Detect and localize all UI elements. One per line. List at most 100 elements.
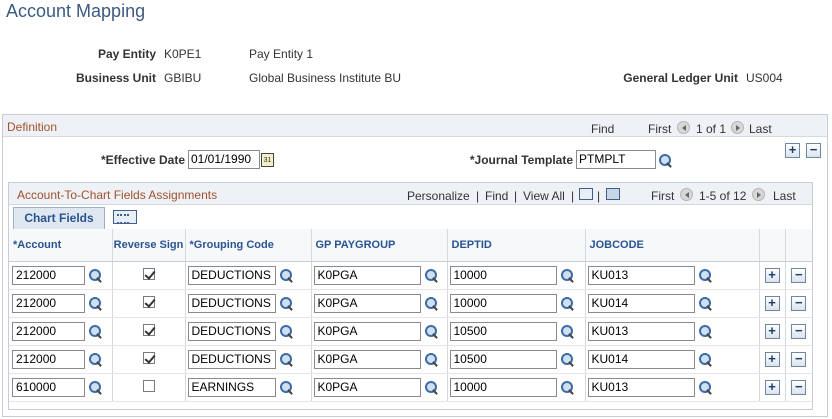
delete-row-button[interactable]: − bbox=[791, 379, 807, 395]
grouping-code-input[interactable]: DEDUCTIONS bbox=[187, 293, 276, 313]
download-grid-icon[interactable] bbox=[606, 188, 620, 200]
col-gp-paygroup[interactable]: GP PAYGROUP bbox=[311, 229, 448, 262]
new-window-icon[interactable] bbox=[579, 188, 593, 200]
gp-paygroup-lookup-icon[interactable] bbox=[424, 380, 439, 395]
grouping-code-lookup-icon[interactable] bbox=[279, 324, 294, 339]
reverse-sign-checkbox[interactable] bbox=[142, 295, 155, 308]
deptid-lookup-icon[interactable] bbox=[560, 352, 575, 367]
deptid-lookup-icon[interactable] bbox=[560, 380, 575, 395]
business-unit-name: Global Business Institute BU bbox=[249, 71, 402, 85]
table-row: 212000 DEDUCTIONS K0PGA 10500 KU014 + − bbox=[9, 345, 812, 374]
delete-row-button[interactable]: − bbox=[791, 323, 807, 339]
tab-chart-fields[interactable]: Chart Fields bbox=[13, 207, 105, 229]
grouping-code-input[interactable]: DEDUCTIONS bbox=[187, 349, 276, 369]
account-lookup-icon[interactable] bbox=[88, 380, 103, 395]
add-row-button[interactable]: + bbox=[764, 295, 780, 311]
deptid-lookup-icon[interactable] bbox=[560, 324, 575, 339]
journal-template-lookup-icon[interactable] bbox=[658, 153, 673, 168]
jobcode-input[interactable]: KU013 bbox=[587, 321, 695, 341]
definition-next-icon[interactable] bbox=[731, 121, 744, 134]
deptid-input[interactable]: 10000 bbox=[449, 377, 557, 397]
delete-row-button[interactable]: − bbox=[791, 267, 807, 283]
add-row-button[interactable]: + bbox=[764, 267, 780, 283]
account-input[interactable]: 610000 bbox=[12, 377, 85, 397]
jobcode-lookup-icon[interactable] bbox=[698, 296, 713, 311]
account-input[interactable]: 212000 bbox=[12, 349, 85, 369]
delete-row-button[interactable]: − bbox=[791, 351, 807, 367]
deptid-input[interactable]: 10000 bbox=[449, 265, 557, 285]
deptid-input[interactable]: 10000 bbox=[449, 293, 557, 313]
grouping-code-lookup-icon[interactable] bbox=[279, 380, 294, 395]
deptid-lookup-icon[interactable] bbox=[560, 268, 575, 283]
delete-row-button[interactable]: − bbox=[791, 295, 807, 311]
table-row: 212000 DEDUCTIONS K0PGA 10000 KU014 + − bbox=[9, 289, 812, 318]
jobcode-lookup-icon[interactable] bbox=[698, 268, 713, 283]
reverse-sign-checkbox[interactable] bbox=[142, 267, 155, 280]
account-lookup-icon[interactable] bbox=[88, 268, 103, 283]
gp-paygroup-input[interactable]: K0PGA bbox=[313, 293, 421, 313]
gp-paygroup-lookup-icon[interactable] bbox=[424, 352, 439, 367]
gp-paygroup-input[interactable]: K0PGA bbox=[313, 349, 421, 369]
col-grouping-code[interactable]: *Grouping Code bbox=[185, 229, 312, 262]
col-account[interactable]: *Account bbox=[9, 229, 113, 262]
definition-prev-icon[interactable] bbox=[677, 121, 690, 134]
definition-first-label: First bbox=[648, 122, 672, 136]
grid-next-icon[interactable] bbox=[752, 188, 765, 201]
grid-last-link[interactable]: Last bbox=[773, 189, 796, 203]
jobcode-lookup-icon[interactable] bbox=[698, 352, 713, 367]
business-unit-code: GBIBU bbox=[164, 71, 202, 85]
deptid-input[interactable]: 10500 bbox=[449, 321, 557, 341]
reverse-sign-checkbox[interactable] bbox=[142, 323, 155, 336]
gp-paygroup-lookup-icon[interactable] bbox=[424, 268, 439, 283]
grouping-code-input[interactable]: EARNINGS bbox=[187, 377, 276, 397]
grouping-code-lookup-icon[interactable] bbox=[279, 268, 294, 283]
gp-paygroup-input[interactable]: K0PGA bbox=[313, 377, 421, 397]
gp-paygroup-input[interactable]: K0PGA bbox=[313, 321, 421, 341]
grouping-code-input[interactable]: DEDUCTIONS bbox=[187, 265, 276, 285]
jobcode-input[interactable]: KU014 bbox=[587, 349, 695, 369]
col-reverse-sign[interactable]: Reverse Sign bbox=[112, 229, 186, 262]
definition-find-link[interactable]: Find bbox=[591, 122, 614, 136]
jobcode-lookup-icon[interactable] bbox=[698, 324, 713, 339]
calendar-icon[interactable]: 31 bbox=[261, 153, 274, 167]
add-row-button[interactable]: + bbox=[764, 379, 780, 395]
gp-paygroup-lookup-icon[interactable] bbox=[424, 296, 439, 311]
account-lookup-icon[interactable] bbox=[88, 324, 103, 339]
account-input[interactable]: 212000 bbox=[12, 321, 85, 341]
grouping-code-input[interactable]: DEDUCTIONS bbox=[187, 321, 276, 341]
deptid-input[interactable]: 10500 bbox=[449, 349, 557, 369]
pay-entity-code: K0PE1 bbox=[164, 47, 202, 61]
reverse-sign-checkbox[interactable] bbox=[142, 351, 155, 364]
grid-find-link[interactable]: Find bbox=[485, 189, 508, 203]
jobcode-lookup-icon[interactable] bbox=[698, 380, 713, 395]
col-deptid[interactable]: DEPTID bbox=[447, 229, 586, 262]
add-row-button[interactable]: + bbox=[764, 323, 780, 339]
definition-remove-button[interactable]: − bbox=[806, 143, 821, 158]
jobcode-input[interactable]: KU013 bbox=[587, 377, 695, 397]
jobcode-input[interactable]: KU013 bbox=[587, 265, 695, 285]
journal-template-input[interactable]: PTMPLT bbox=[576, 150, 656, 169]
account-input[interactable]: 212000 bbox=[12, 293, 85, 313]
gp-paygroup-input[interactable]: K0PGA bbox=[313, 265, 421, 285]
chart-fields-grid: Account-To-Chart Fields Assignments Pers… bbox=[8, 182, 813, 410]
account-lookup-icon[interactable] bbox=[88, 296, 103, 311]
account-lookup-icon[interactable] bbox=[88, 352, 103, 367]
col-jobcode[interactable]: JOBCODE bbox=[585, 229, 760, 262]
definition-add-button[interactable]: + bbox=[785, 143, 800, 158]
jobcode-input[interactable]: KU014 bbox=[587, 293, 695, 313]
page-title: Account Mapping bbox=[6, 1, 146, 21]
add-row-button[interactable]: + bbox=[764, 351, 780, 367]
deptid-lookup-icon[interactable] bbox=[560, 296, 575, 311]
grid-prev-icon[interactable] bbox=[680, 188, 693, 201]
account-input[interactable]: 212000 bbox=[12, 265, 85, 285]
definition-last-label: Last bbox=[749, 122, 772, 136]
show-all-columns-icon[interactable] bbox=[113, 210, 137, 224]
effective-date-input[interactable]: 01/01/1990 bbox=[188, 150, 260, 169]
gp-paygroup-lookup-icon[interactable] bbox=[424, 324, 439, 339]
view-all-link[interactable]: View All bbox=[523, 189, 565, 203]
grouping-code-lookup-icon[interactable] bbox=[279, 352, 294, 367]
grouping-code-lookup-icon[interactable] bbox=[279, 296, 294, 311]
personalize-link[interactable]: Personalize bbox=[407, 189, 470, 203]
reverse-sign-checkbox[interactable] bbox=[142, 379, 155, 392]
table-row: 610000 EARNINGS K0PGA 10000 KU013 + − bbox=[9, 373, 812, 402]
